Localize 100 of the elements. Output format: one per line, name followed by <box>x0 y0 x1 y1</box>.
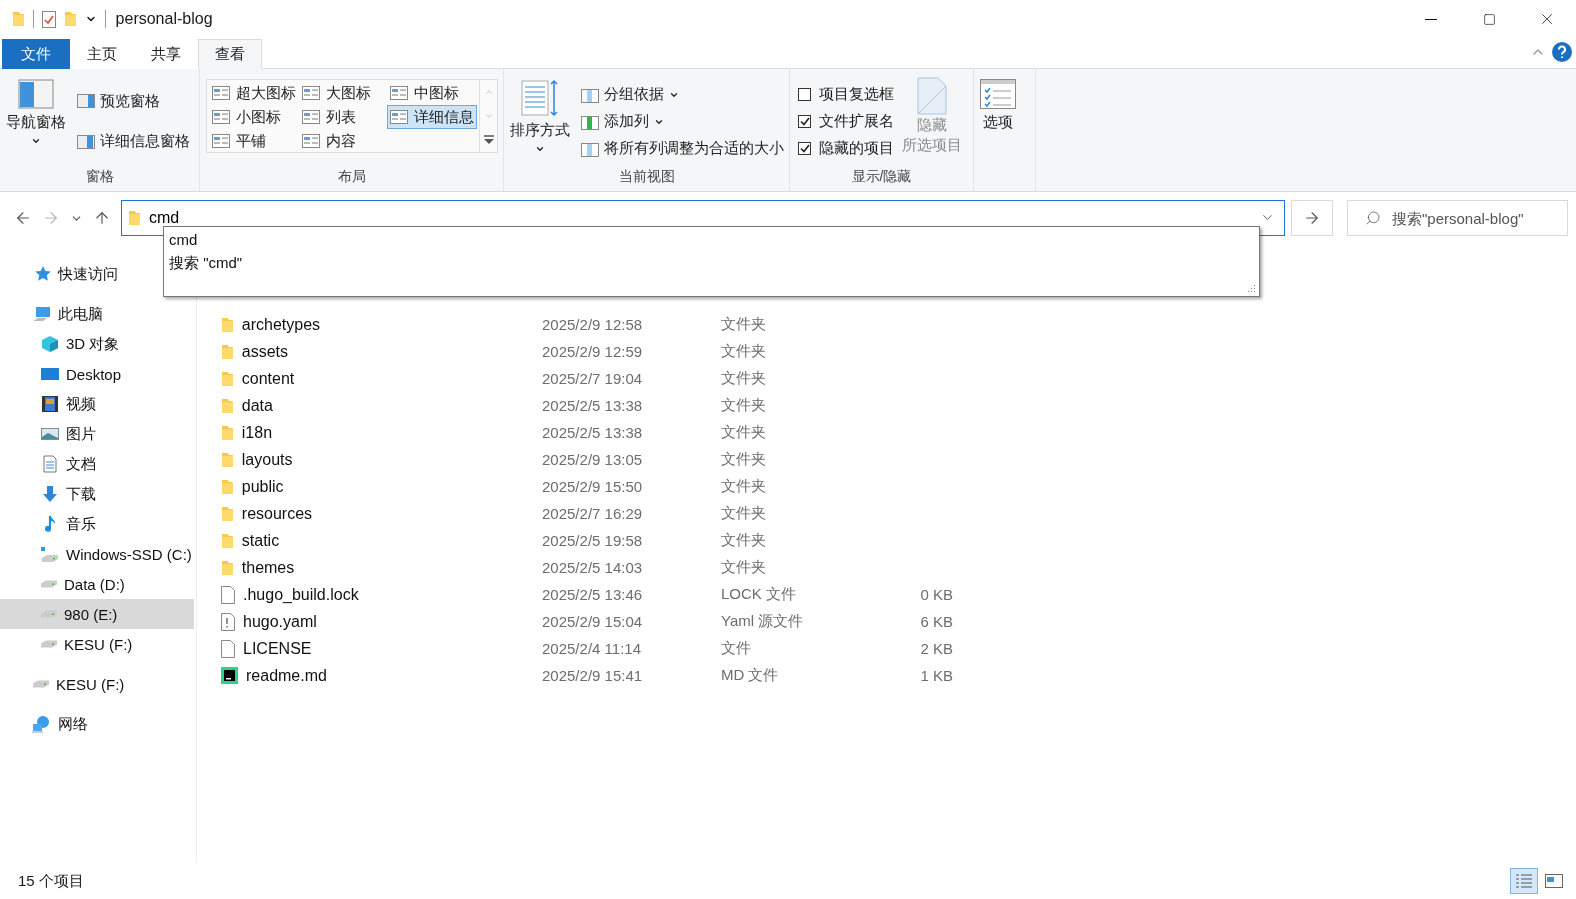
layout-option[interactable]: 小图标 <box>209 105 299 129</box>
folder-icon <box>221 316 234 333</box>
properties-icon[interactable] <box>41 10 56 28</box>
file-name[interactable]: archetypes <box>241 315 321 334</box>
file-type: 文件夹 <box>721 369 767 388</box>
view-icon <box>390 110 408 124</box>
modified-date: 2025/2/9 15:04 <box>542 613 644 630</box>
layout-option[interactable]: 详细信息 <box>387 105 477 129</box>
file-name[interactable]: content <box>241 369 295 388</box>
folder-icon <box>221 451 234 468</box>
file-name[interactable]: public <box>241 477 284 496</box>
layout-option[interactable]: 平铺 <box>209 129 299 153</box>
checkbox-label: 项目复选框 <box>819 85 894 104</box>
file-icon <box>221 639 235 658</box>
suggestion-item[interactable]: 搜索 "cmd" <box>169 251 1254 274</box>
file-name[interactable]: LICENSE <box>243 639 312 658</box>
tiles-icon <box>1545 873 1563 889</box>
file-name[interactable]: hugo.yaml <box>243 612 317 631</box>
download-arrow-icon <box>40 485 60 503</box>
file-type: 文件夹 <box>721 477 767 496</box>
file-size: 1 KB <box>919 667 953 684</box>
help-icon[interactable] <box>1552 42 1572 62</box>
folder-icon <box>221 343 234 360</box>
drive-icon <box>40 545 60 563</box>
options-button[interactable]: 选项 <box>978 75 1018 191</box>
nav-item[interactable]: Desktop <box>0 359 126 389</box>
nav-item[interactable]: 980 (E:) <box>0 599 194 629</box>
folder-icon <box>221 424 234 441</box>
file-name[interactable]: readme.md <box>246 666 327 685</box>
nav-item[interactable]: 3D 对象 <box>0 329 124 359</box>
file-type: 文件夹 <box>721 558 767 577</box>
folder-icon <box>221 370 234 387</box>
nav-item[interactable]: KESU (F:) <box>0 669 129 699</box>
checkbox[interactable] <box>798 142 811 155</box>
network-icon <box>32 715 52 733</box>
check-icon <box>799 144 810 153</box>
nav-item[interactable]: Windows-SSD (C:) <box>0 539 196 569</box>
expand-gallery-icon[interactable] <box>483 135 494 145</box>
layout-option[interactable]: 内容 <box>299 129 387 153</box>
file-type: 文件夹 <box>721 396 767 415</box>
columns-icon <box>581 140 599 157</box>
nav-item[interactable]: 视频 <box>0 389 100 419</box>
ribbon-tab[interactable]: 查看 <box>198 39 262 69</box>
group-label: 当前视图 <box>617 168 676 186</box>
nav-item[interactable]: KESU (F:) <box>0 629 137 659</box>
file-name[interactable]: .hugo_build.lock <box>243 585 359 604</box>
modified-date: 2025/2/7 16:29 <box>542 505 644 522</box>
layout-option[interactable]: 大图标 <box>299 81 387 105</box>
file-type: 文件夹 <box>721 450 767 469</box>
layout-option[interactable]: 超大图标 <box>209 81 299 105</box>
view-option[interactable]: 分组依据 <box>578 83 787 106</box>
view-icon <box>212 110 230 124</box>
nav-item[interactable]: 音乐 <box>0 509 100 539</box>
nav-item[interactable]: Data (D:) <box>0 569 129 599</box>
file-size: 6 KB <box>919 613 953 630</box>
window-title: personal-blog <box>115 10 213 28</box>
pane-option[interactable]: 详细信息窗格 <box>74 130 193 154</box>
nav-item[interactable]: 网络 <box>0 709 92 739</box>
search-field[interactable]: 搜索"personal-blog" <box>1347 200 1568 236</box>
drive-icon <box>40 580 58 588</box>
file-type: 文件夹 <box>721 315 767 334</box>
nav-item[interactable]: 此电脑 <box>0 299 107 329</box>
nav-item[interactable]: 文档 <box>0 449 100 479</box>
document-icon <box>917 77 947 115</box>
nav-item[interactable]: 下载 <box>0 479 100 509</box>
file-name[interactable]: i18n <box>241 423 273 442</box>
group-label: 布局 <box>336 168 367 186</box>
modified-date: 2025/2/4 11:14 <box>542 640 642 657</box>
caret-icon <box>535 144 545 154</box>
file-name[interactable]: layouts <box>241 450 293 469</box>
modified-date: 2025/2/9 13:05 <box>542 451 644 468</box>
nav-item[interactable]: 图片 <box>0 419 100 449</box>
modified-date: 2025/2/5 13:46 <box>542 586 644 603</box>
layout-option[interactable]: 中图标 <box>387 81 477 105</box>
file-name[interactable]: assets <box>241 342 289 361</box>
file-name[interactable]: data <box>241 396 273 415</box>
file-type: LOCK 文件 <box>721 585 797 604</box>
sort-button[interactable]: 排序方式 <box>508 75 572 168</box>
navigation-pane-button[interactable]: 导航窗格 <box>4 75 68 168</box>
view-option[interactable]: 将所有列调整为合适的大小 <box>578 137 787 160</box>
details-list-icon <box>1515 873 1533 889</box>
file-name[interactable]: themes <box>241 558 295 577</box>
file-name[interactable]: static <box>241 531 280 550</box>
sort-icon <box>521 79 559 117</box>
modified-date: 2025/2/5 13:38 <box>542 424 644 441</box>
checkbox[interactable] <box>798 88 811 101</box>
folder-icon <box>221 478 234 495</box>
minimize-icon <box>1425 18 1437 20</box>
checkbox[interactable] <box>798 115 811 128</box>
go-button[interactable] <box>1291 200 1333 236</box>
file-name[interactable]: resources <box>241 504 313 523</box>
layout-option[interactable]: 列表 <box>299 105 387 129</box>
ribbon-tab[interactable]: 文件 <box>2 39 70 69</box>
resize-grip-icon[interactable] <box>1247 284 1256 293</box>
modified-date: 2025/2/9 12:59 <box>542 343 644 360</box>
file-type: 文件夹 <box>721 531 767 550</box>
view-option[interactable]: 添加列 <box>578 110 787 133</box>
nav-item[interactable]: 快速访问 <box>0 259 122 289</box>
folder-icon <box>221 505 234 522</box>
pane-option[interactable]: 预览窗格 <box>74 89 193 113</box>
